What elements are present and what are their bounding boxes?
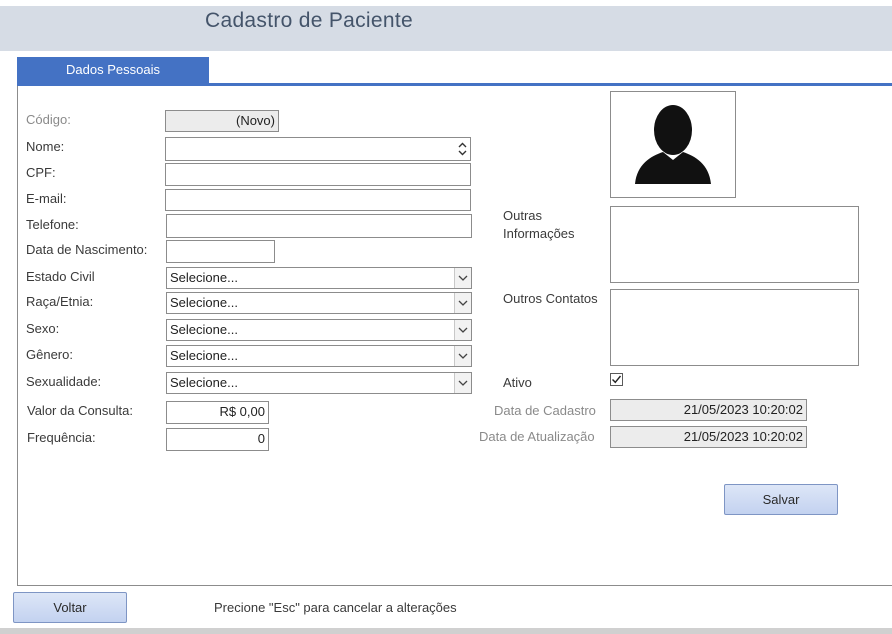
voltar-button[interactable]: Voltar	[13, 592, 127, 623]
nome-field[interactable]	[165, 137, 471, 161]
page-title: Cadastro de Paciente	[205, 9, 413, 32]
genero-select[interactable]: Selecione...	[166, 345, 472, 367]
genero-value: Selecione...	[170, 348, 238, 363]
data-nascimento-field[interactable]	[166, 240, 275, 263]
estado-civil-label: Estado Civil	[26, 269, 95, 284]
data-cadastro-field: 21/05/2023 10:20:02	[610, 399, 807, 421]
raca-etnia-label: Raça/Etnia:	[26, 294, 94, 309]
outros-contatos-label: Outros Contatos	[503, 291, 598, 306]
sexo-label: Sexo:	[26, 321, 60, 336]
chevron-down-icon[interactable]	[454, 320, 471, 340]
bottom-band	[0, 628, 892, 634]
data-cadastro-label: Data de Cadastro	[494, 403, 596, 418]
spinner-up-down-icon[interactable]	[456, 139, 468, 159]
telefone-field[interactable]	[166, 214, 472, 238]
frequencia-field[interactable]: 0	[166, 428, 269, 451]
raca-etnia-select[interactable]: Selecione...	[166, 292, 472, 314]
estado-civil-select[interactable]: Selecione...	[166, 267, 472, 289]
ativo-checkbox[interactable]	[610, 373, 623, 386]
valor-consulta-field[interactable]: R$ 0,00	[166, 401, 269, 424]
genero-label: Gênero:	[26, 347, 73, 362]
codigo-field: (Novo)	[165, 110, 279, 132]
sexualidade-value: Selecione...	[170, 375, 238, 390]
patient-photo[interactable]	[610, 91, 736, 198]
salvar-button[interactable]: Salvar	[724, 484, 838, 515]
codigo-label: Código:	[26, 112, 71, 127]
person-silhouette-icon	[635, 105, 711, 184]
sexo-value: Selecione...	[170, 322, 238, 337]
cpf-field[interactable]	[165, 163, 471, 186]
header-band	[0, 6, 892, 51]
chevron-down-icon[interactable]	[454, 346, 471, 366]
data-atualizacao-label: Data de Atualização	[479, 429, 595, 444]
cpf-label: CPF:	[26, 165, 56, 180]
sexualidade-select[interactable]: Selecione...	[166, 372, 472, 394]
sexualidade-label: Sexualidade:	[26, 374, 102, 389]
sexo-select[interactable]: Selecione...	[166, 319, 472, 341]
esc-hint-text: Precione "Esc" para cancelar a alteraçõe…	[214, 600, 457, 615]
nome-label: Nome:	[26, 139, 65, 154]
outras-informacoes-label-line1: Outras	[503, 208, 543, 223]
ativo-label: Ativo	[503, 375, 532, 390]
outras-informacoes-label-line2: Informações	[503, 226, 575, 241]
telefone-label: Telefone:	[26, 217, 79, 232]
valor-consulta-label: Valor da Consulta:	[27, 403, 133, 418]
email-label: E-mail:	[26, 191, 67, 206]
raca-etnia-value: Selecione...	[170, 295, 238, 310]
outras-informacoes-field[interactable]	[610, 206, 859, 283]
email-field[interactable]	[165, 189, 471, 211]
tab-dados-pessoais[interactable]: Dados Pessoais	[17, 57, 209, 83]
estado-civil-value: Selecione...	[170, 270, 238, 285]
data-atualizacao-field: 21/05/2023 10:20:02	[610, 426, 807, 448]
outros-contatos-field[interactable]	[610, 289, 859, 366]
chevron-down-icon[interactable]	[454, 293, 471, 313]
chevron-down-icon[interactable]	[454, 268, 471, 288]
frequencia-label: Frequência:	[27, 430, 96, 445]
data-nascimento-label: Data de Nascimento:	[26, 242, 148, 257]
chevron-down-icon[interactable]	[454, 373, 471, 393]
checkmark-icon	[612, 375, 622, 384]
